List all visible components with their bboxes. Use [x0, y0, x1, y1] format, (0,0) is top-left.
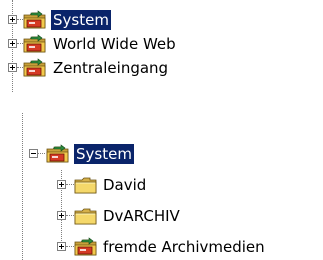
- tree-line: [66, 215, 74, 216]
- network-drive-icon: [23, 34, 47, 54]
- tree-item[interactable]: David: [0, 174, 220, 196]
- tree-line: [66, 184, 74, 185]
- tree-line: [66, 246, 74, 247]
- folder-icon: [74, 206, 98, 226]
- tree-item[interactable]: System: [0, 9, 200, 31]
- tree-item-label: fremde Archivmedien: [103, 238, 265, 256]
- tree-item-label: David: [103, 176, 147, 194]
- tree-item-root[interactable]: System: [0, 143, 200, 165]
- tree-item-label: Zentraleingang: [53, 59, 169, 77]
- tree-item-label: DvARCHIV: [103, 207, 180, 225]
- tree-item-label: System: [74, 144, 134, 164]
- folder-icon: [74, 175, 98, 195]
- network-drive-icon: [74, 237, 98, 257]
- network-drive-icon: [46, 144, 70, 164]
- tree-item-label: World Wide Web: [53, 35, 176, 53]
- expand-toggle-icon[interactable]: [57, 211, 66, 220]
- tree-view: System World Wide Web Zentraleingang Sys…: [0, 0, 323, 260]
- tree-item[interactable]: fremde Archivmedien: [0, 236, 323, 258]
- expand-toggle-icon[interactable]: [8, 15, 17, 24]
- tree-line: [38, 153, 45, 154]
- tree-item[interactable]: DvARCHIV: [0, 205, 220, 227]
- expand-toggle-icon[interactable]: [8, 63, 17, 72]
- network-drive-icon: [23, 10, 47, 30]
- tree-item[interactable]: Zentraleingang: [0, 57, 220, 79]
- collapse-toggle-icon[interactable]: [29, 149, 38, 158]
- expand-toggle-icon[interactable]: [57, 180, 66, 189]
- tree-item-label: System: [51, 10, 111, 30]
- tree-item[interactable]: World Wide Web: [0, 33, 220, 55]
- network-drive-icon: [23, 58, 47, 78]
- expand-toggle-icon[interactable]: [57, 242, 66, 251]
- expand-toggle-icon[interactable]: [8, 39, 17, 48]
